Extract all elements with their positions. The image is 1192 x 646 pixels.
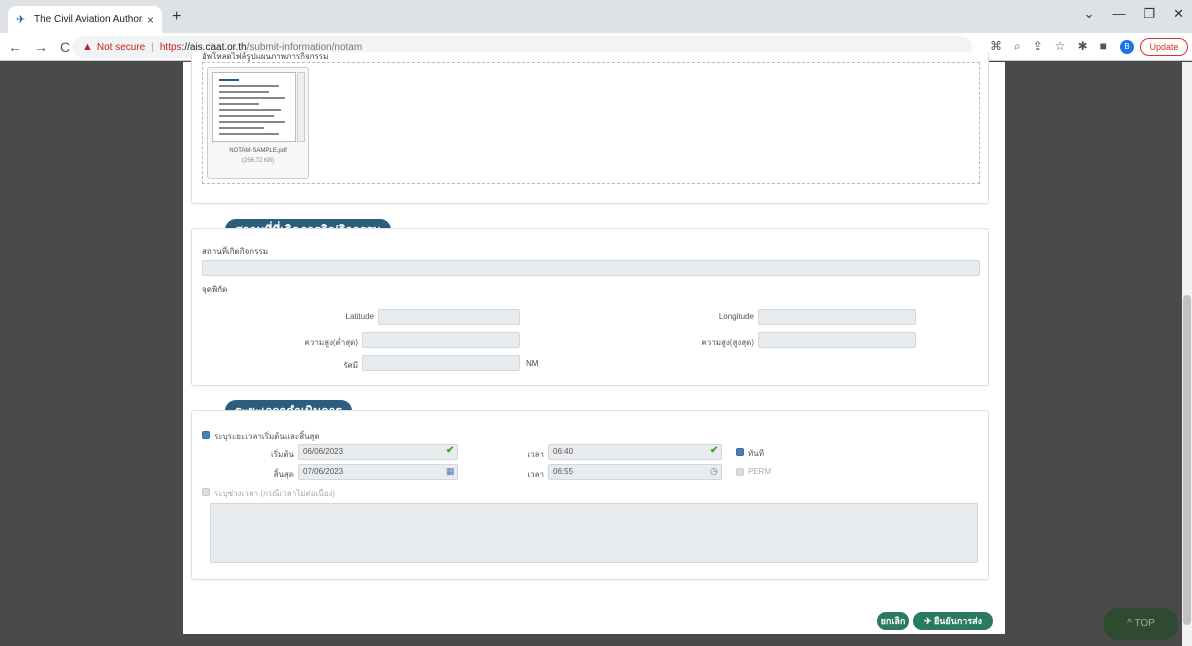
clock-icon[interactable]: ◷ bbox=[710, 466, 718, 477]
url-separator: | bbox=[151, 41, 154, 53]
file-preview[interactable]: NOTAM-SAMPLE.pdf (256.72 KB) bbox=[207, 67, 309, 179]
confirm-label: ยืนยันการส่ง bbox=[933, 616, 983, 626]
page-scrollbar[interactable] bbox=[1182, 62, 1192, 646]
window-controls: ⌄ — ❐ ✕ bbox=[1084, 6, 1184, 22]
start-time-valid-icon: ✔ bbox=[710, 445, 719, 456]
send-icon: ✈ bbox=[923, 616, 934, 626]
warning-icon[interactable]: ▲ bbox=[82, 41, 93, 53]
translate-icon[interactable]: ⌘ bbox=[990, 39, 1002, 54]
browser-tab[interactable]: ✈ The Civil Aviation Authority of Th × bbox=[8, 6, 162, 33]
start-time-input[interactable]: 06:40 bbox=[548, 444, 722, 460]
nav-buttons: ← → C bbox=[8, 39, 70, 55]
tab-title: The Civil Aviation Authority of Th bbox=[34, 14, 143, 25]
altitude-low-label: ความสูง(ต่ำสุด) bbox=[304, 338, 359, 347]
bookmark-star-icon[interactable]: ☆ bbox=[1055, 39, 1066, 54]
profile-avatar[interactable]: B bbox=[1120, 40, 1134, 54]
maximize-icon[interactable]: ❐ bbox=[1143, 6, 1155, 22]
start-time-label: เวลา bbox=[527, 450, 544, 459]
altitude-high-label: ความสูง(สูงสุด) bbox=[701, 338, 754, 347]
end-time-label: เวลา bbox=[527, 470, 544, 479]
upload-card: อัพโหลดไฟล์รูปแผนภาพภารกิจกรรม NOTAM-SAM… bbox=[191, 52, 989, 204]
longitude-input[interactable] bbox=[758, 309, 916, 325]
end-time-input[interactable]: 06:55 bbox=[548, 464, 722, 480]
file-dropzone[interactable]: NOTAM-SAMPLE.pdf (256.72 KB) bbox=[202, 62, 980, 184]
range-option-label: ระบุระยะเวลาเริ่มต้นและสิ้นสุด bbox=[214, 432, 320, 441]
forward-icon[interactable]: → bbox=[34, 39, 48, 55]
toolbar-icons: ⌘ ⌕ ⇪ ☆ ✱ ■ bbox=[990, 39, 1107, 54]
latitude-label: Latitude bbox=[345, 312, 374, 321]
now-checkbox[interactable] bbox=[736, 448, 744, 456]
not-secure-label[interactable]: Not secure bbox=[97, 42, 145, 53]
place-input[interactable] bbox=[202, 260, 980, 276]
tab-close-icon[interactable]: × bbox=[147, 13, 154, 27]
radius-input[interactable] bbox=[362, 355, 520, 371]
end-date-label: สิ้นสุด bbox=[273, 470, 294, 479]
file-name: NOTAM-SAMPLE.pdf bbox=[229, 148, 287, 154]
duration-card: ระบุระยะเวลาเริ่มต้นและสิ้นสุด เริ่มต้น … bbox=[191, 410, 989, 580]
scrollbar-thumb[interactable] bbox=[1183, 295, 1191, 625]
browser-tab-bar: ✈ The Civil Aviation Authority of Th × +… bbox=[0, 0, 1192, 33]
altitude-high-input[interactable] bbox=[758, 332, 916, 348]
cancel-button[interactable]: ยกเลิก bbox=[877, 612, 909, 630]
start-date-valid-icon: ✔ bbox=[446, 445, 455, 456]
sidepanel-icon[interactable]: ■ bbox=[1100, 39, 1107, 54]
new-tab-icon[interactable]: + bbox=[172, 8, 181, 26]
document-thumbnail bbox=[212, 72, 296, 142]
start-date-input[interactable]: 06/06/2023 bbox=[298, 444, 458, 460]
calendar-icon[interactable]: ▦ bbox=[446, 466, 455, 477]
back-icon[interactable]: ← bbox=[8, 39, 22, 55]
radius-label: รัศมี bbox=[343, 361, 358, 370]
notam-form-modal: อัพโหลดไฟล์รูปแผนภาพภารกิจกรรม NOTAM-SAM… bbox=[183, 52, 1005, 634]
start-date-label: เริ่มต้น bbox=[271, 450, 294, 459]
zoom-icon[interactable]: ⌕ bbox=[1014, 39, 1021, 54]
interval-checkbox[interactable] bbox=[202, 488, 210, 496]
perm-label: PERM bbox=[748, 467, 772, 476]
longitude-label: Longitude bbox=[718, 312, 754, 321]
confirm-submit-button[interactable]: ✈ ยืนยันการส่ง bbox=[913, 612, 993, 630]
range-checkbox[interactable] bbox=[202, 431, 210, 439]
latitude-input[interactable] bbox=[378, 309, 520, 325]
window-close-icon[interactable]: ✕ bbox=[1173, 6, 1184, 22]
page-viewport: อัพโหลดไฟล์รูปแผนภาพภารกิจกรรม NOTAM-SAM… bbox=[0, 52, 1192, 646]
location-card: สถานที่เกิดกิจกรรม จุดพิกัด Latitude Lon… bbox=[191, 228, 989, 386]
interval-textarea[interactable] bbox=[210, 503, 978, 563]
reload-icon[interactable]: C bbox=[60, 39, 70, 55]
update-button[interactable]: Update bbox=[1140, 38, 1188, 56]
interval-option-label: ระบุช่วงเวลา (กรณีเวลาไม่ต่อเนื่อง) bbox=[214, 489, 336, 498]
altitude-low-input[interactable] bbox=[362, 332, 520, 348]
now-label: ทันที bbox=[748, 449, 765, 458]
preview-scrollbar[interactable] bbox=[297, 72, 305, 142]
back-to-top-button[interactable]: ^ TOP bbox=[1104, 608, 1178, 640]
extensions-icon[interactable]: ✱ bbox=[1078, 39, 1088, 54]
site-favicon-icon: ✈ bbox=[16, 13, 26, 26]
minimize-icon[interactable]: — bbox=[1112, 6, 1125, 22]
url-scheme: https bbox=[159, 41, 182, 53]
file-size: (256.72 KB) bbox=[241, 158, 275, 164]
radius-unit: NM bbox=[526, 359, 539, 368]
place-label: สถานที่เกิดกิจกรรม bbox=[202, 247, 268, 256]
end-date-input[interactable]: 07/06/2023 bbox=[298, 464, 458, 480]
coords-label: จุดพิกัด bbox=[202, 285, 228, 294]
perm-checkbox[interactable] bbox=[736, 468, 744, 476]
tab-search-icon[interactable]: ⌄ bbox=[1084, 6, 1095, 22]
share-icon[interactable]: ⇪ bbox=[1033, 39, 1043, 54]
